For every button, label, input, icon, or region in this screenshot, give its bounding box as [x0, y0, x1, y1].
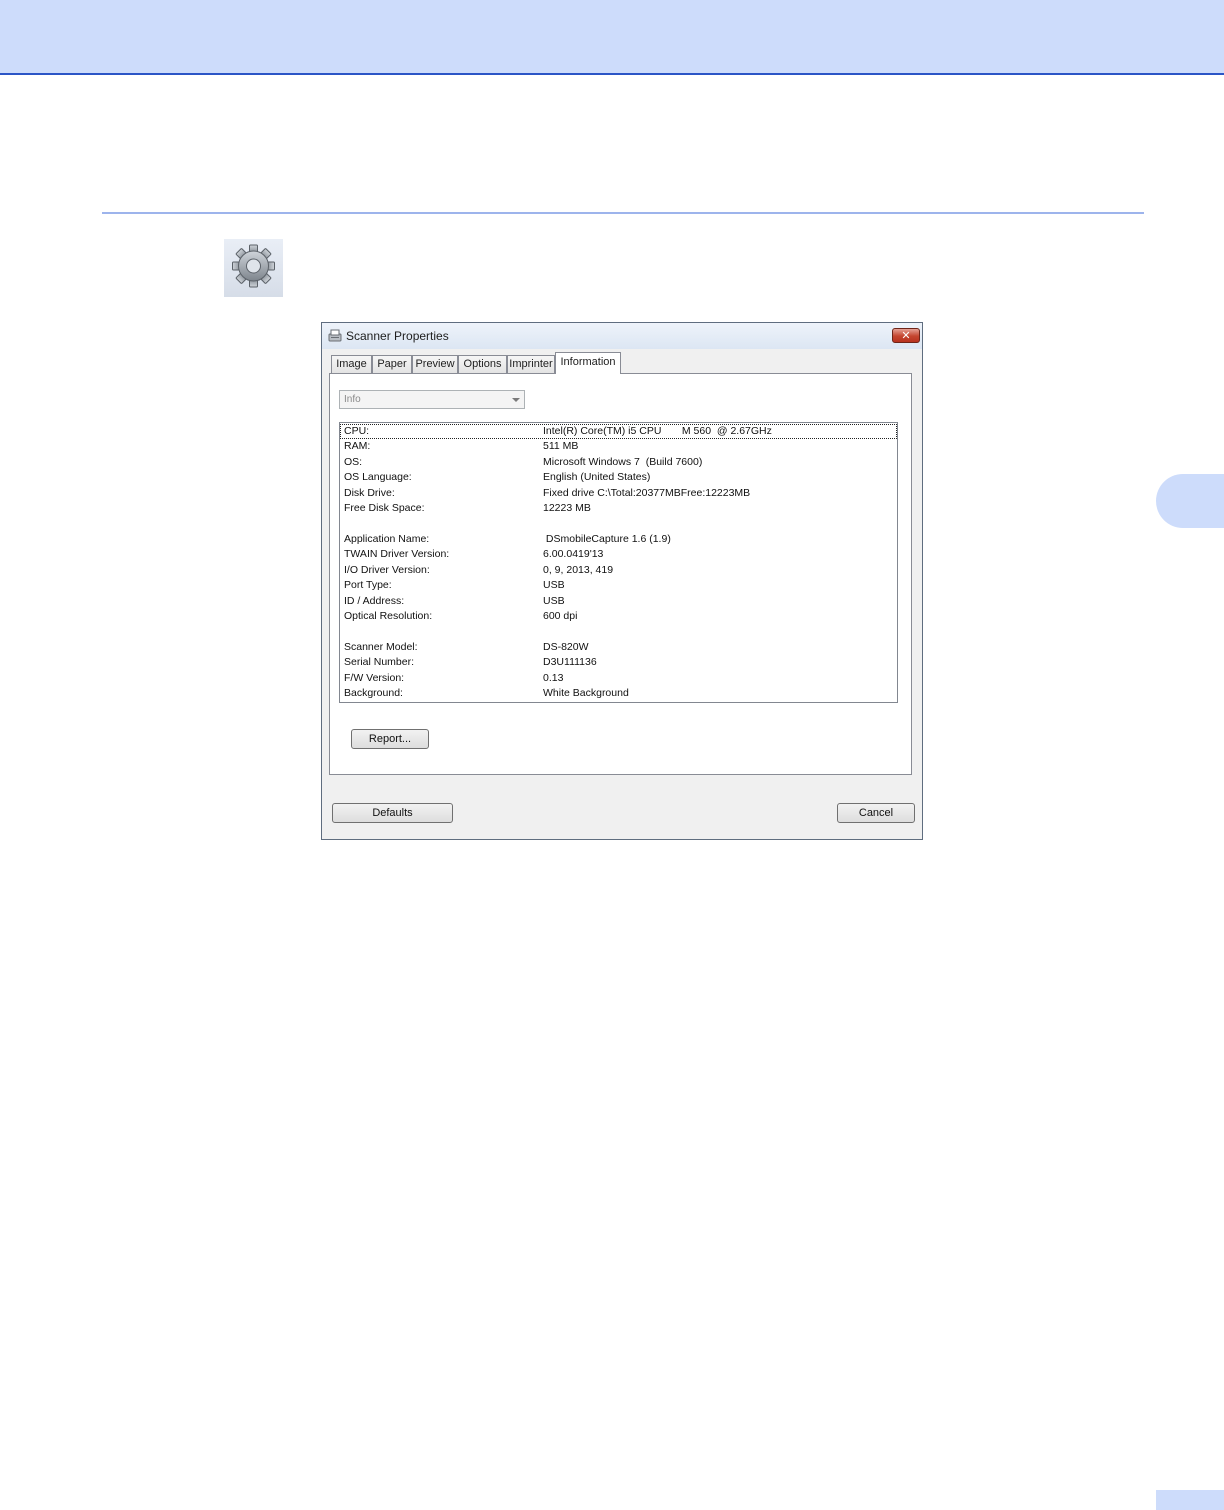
info-row-free-disk-space[interactable]: Free Disk Space: 12223 MB [340, 501, 897, 516]
tab-preview[interactable]: Preview [412, 355, 458, 373]
info-row-serial-number[interactable]: Serial Number: D3U111136 [340, 655, 897, 670]
info-value: 0, 9, 2013, 419 [543, 564, 614, 576]
info-row-fw-version[interactable]: F/W Version: 0.13 [340, 671, 897, 686]
info-row-application-name[interactable]: Application Name: DSmobileCapture 1.6 (1… [340, 532, 897, 547]
info-value: 600 dpi [543, 610, 578, 622]
dialog-title: Scanner Properties [346, 329, 449, 343]
information-panel: Info CPU: Intel(R) Core(TM) i5 CPU M 560… [329, 373, 912, 775]
tab-imprinter[interactable]: Imprinter [507, 355, 555, 373]
info-value: USB [543, 579, 565, 591]
info-row-scanner-model[interactable]: Scanner Model: DS-820W [340, 640, 897, 655]
chapter-tab [1156, 474, 1224, 528]
info-value: DSmobileCapture 1.6 (1.9) [543, 533, 671, 545]
info-label: Port Type: [344, 579, 392, 591]
info-row-io-driver-version[interactable]: I/O Driver Version: 0, 9, 2013, 419 [340, 563, 897, 578]
info-value: USB [543, 595, 565, 607]
info-label: TWAIN Driver Version: [344, 548, 450, 560]
info-label: CPU: [344, 425, 370, 437]
tab-image[interactable]: Image [331, 355, 372, 373]
info-label: OS Language: [344, 471, 412, 483]
info-row-ram[interactable]: RAM: 511 MB [340, 439, 897, 454]
chevron-down-icon [512, 398, 520, 402]
info-row-os-language[interactable]: OS Language: English (United States) [340, 470, 897, 485]
info-label: Serial Number: [344, 656, 415, 668]
info-row-port-type[interactable]: Port Type: USB [340, 578, 897, 593]
tab-paper[interactable]: Paper [372, 355, 412, 373]
system-info-list[interactable]: CPU: Intel(R) Core(TM) i5 CPU M 560 @ 2.… [339, 422, 898, 703]
tab-options[interactable]: Options [458, 355, 507, 373]
info-row-id-address[interactable]: ID / Address: USB [340, 594, 897, 609]
info-label: F/W Version: [344, 672, 405, 684]
info-label: RAM: [344, 440, 371, 452]
info-label: I/O Driver Version: [344, 564, 430, 576]
info-label: Optical Resolution: [344, 610, 433, 622]
info-row-optical-resolution[interactable]: Optical Resolution: 600 dpi [340, 609, 897, 624]
info-label: ID / Address: [344, 595, 405, 607]
info-category-value: Info [344, 394, 361, 405]
info-value: 12223 MB [543, 502, 591, 514]
scanner-icon [327, 328, 343, 344]
info-row-disk-drive[interactable]: Disk Drive: Fixed drive C:\Total:20377MB… [340, 486, 897, 501]
scanner-properties-dialog: Scanner Properties ✕ Image Paper Preview… [321, 322, 923, 840]
report-button[interactable]: Report... [351, 729, 429, 749]
section-divider [102, 212, 1144, 214]
info-row-os[interactable]: OS: Microsoft Windows 7 (Build 7600) [340, 455, 897, 470]
close-icon: ✕ [901, 329, 911, 342]
tab-information[interactable]: Information [555, 352, 621, 374]
dialog-titlebar[interactable]: Scanner Properties ✕ [322, 323, 922, 349]
info-value: Microsoft Windows 7 (Build 7600) [543, 456, 703, 468]
info-row-twain-driver-version[interactable]: TWAIN Driver Version: 6.00.0419'13 [340, 547, 897, 562]
cancel-button[interactable]: Cancel [837, 803, 915, 823]
info-label: Application Name: [344, 533, 430, 545]
header-band [0, 0, 1224, 75]
info-value: 6.00.0419'13 [543, 548, 604, 560]
close-button[interactable]: ✕ [892, 328, 920, 343]
info-value: Intel(R) Core(TM) i5 CPU M 560 @ 2.67GHz [543, 425, 772, 437]
info-value: D3U111136 [543, 656, 597, 668]
info-label: Background: [344, 687, 403, 699]
info-value: White Background [543, 687, 629, 699]
info-label: Scanner Model: [344, 641, 418, 653]
info-value: Fixed drive C:\Total:20377MBFree:12223MB [543, 487, 751, 499]
info-label: Disk Drive: [344, 487, 395, 499]
info-value: 0.13 [543, 672, 564, 684]
info-value: DS-820W [543, 641, 589, 653]
info-value: English (United States) [543, 471, 651, 483]
info-row-cpu[interactable]: CPU: Intel(R) Core(TM) i5 CPU M 560 @ 2.… [340, 424, 897, 439]
defaults-button[interactable]: Defaults [332, 803, 453, 823]
info-value: 511 MB [543, 440, 579, 452]
gear-icon [224, 239, 283, 297]
info-category-select[interactable]: Info [339, 390, 525, 409]
page-number-box [1156, 1490, 1224, 1510]
info-label: OS: [344, 456, 363, 468]
info-row-background[interactable]: Background: White Background [340, 686, 897, 701]
info-label: Free Disk Space: [344, 502, 425, 514]
